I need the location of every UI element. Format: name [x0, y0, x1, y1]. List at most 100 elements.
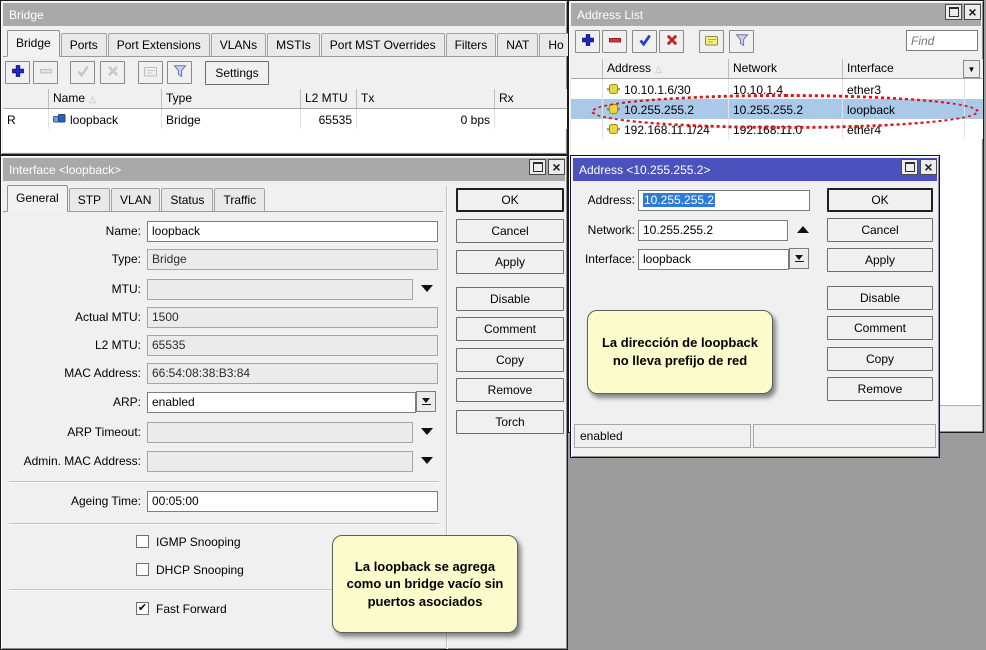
column-menu-button[interactable]: ▼ — [963, 60, 980, 78]
bridge-row-tx: 0 bps — [357, 109, 495, 129]
ok-button[interactable]: OK — [456, 188, 564, 212]
address-value: 10.10.1.6/30 — [624, 83, 691, 97]
comment-button[interactable]: Comment — [456, 317, 564, 341]
address-remove-button[interactable] — [602, 30, 627, 53]
apply-button[interactable]: Apply — [456, 250, 564, 274]
address-add-button[interactable] — [575, 30, 600, 53]
address-col-interface[interactable]: Interface — [843, 59, 965, 78]
tab-traffic[interactable]: Traffic — [214, 188, 265, 211]
address-comment-button[interactable] — [699, 30, 724, 53]
fast-forward-checkbox[interactable]: ✔ — [136, 602, 149, 615]
arp-timeout-expand-arrow-icon[interactable] — [421, 428, 433, 435]
tab-port-mst-overrides[interactable]: Port MST Overrides — [321, 33, 445, 56]
bridge-settings-button[interactable]: Settings — [205, 61, 269, 85]
x-icon — [106, 64, 120, 81]
interface-close-button[interactable]: × — [548, 159, 565, 175]
bridge-col-tx[interactable]: Tx — [357, 89, 495, 108]
address-col-network[interactable]: Network — [729, 59, 843, 78]
bridge-row-l2mtu: 65535 — [301, 109, 357, 129]
torch-button[interactable]: Torch — [456, 410, 564, 434]
sort-asc-icon: △ — [89, 94, 96, 104]
chevron-down-icon: ▼ — [968, 65, 976, 74]
ip-address-icon — [607, 83, 620, 98]
tab-nat[interactable]: NAT — [497, 33, 538, 56]
cancel-button[interactable]: Cancel — [456, 219, 564, 243]
dialog-remove-button[interactable]: Remove — [827, 377, 933, 401]
address-enable-button[interactable] — [632, 30, 657, 53]
actual-mtu-field: 1500 — [147, 307, 438, 328]
bridge-comment-button — [138, 61, 163, 84]
address-col-flags[interactable] — [571, 59, 603, 78]
dialog-apply-button[interactable]: Apply — [827, 248, 933, 272]
dialog-cancel-button[interactable]: Cancel — [827, 218, 933, 242]
interface-maximize-button[interactable] — [529, 159, 546, 175]
bridge-add-button[interactable] — [5, 61, 30, 84]
tab-filters[interactable]: Filters — [446, 33, 497, 56]
tab-vlan[interactable]: VLAN — [111, 188, 160, 211]
interface-titlebar[interactable]: Interface <loopback> — [3, 158, 565, 181]
ageing-time-label: Ageing Time: — [1, 494, 141, 508]
fast-forward-label: Fast Forward — [156, 602, 227, 616]
ageing-time-field[interactable]: 00:05:00 — [147, 491, 438, 512]
bridge-filter-button[interactable] — [167, 61, 192, 84]
dialog-disable-button[interactable]: Disable — [827, 286, 933, 310]
address-list-maximize-button[interactable] — [945, 4, 962, 20]
tab-general[interactable]: General — [7, 185, 68, 212]
network-input[interactable]: 10.255.255.2 — [638, 220, 788, 241]
address-disable-button[interactable] — [659, 30, 684, 53]
remove-button[interactable]: Remove — [456, 378, 564, 402]
bridge-col-l2mtu[interactable]: L2 MTU — [301, 89, 357, 108]
tab-vlans[interactable]: VLANs — [211, 33, 266, 56]
disable-button[interactable]: Disable — [456, 287, 564, 311]
tab-status[interactable]: Status — [161, 188, 213, 211]
maximize-icon — [533, 162, 543, 172]
mtu-expand-arrow-icon[interactable] — [421, 285, 433, 292]
arp-select[interactable]: enabled — [147, 392, 416, 413]
address-dialog-close-button[interactable]: × — [920, 159, 937, 175]
address-input[interactable]: 10.255.255.2 — [638, 190, 810, 211]
interface-dropdown-button[interactable] — [789, 248, 809, 269]
find-input[interactable] — [906, 30, 978, 51]
address-filter-button[interactable] — [729, 30, 754, 53]
name-field[interactable]: loopback — [147, 221, 438, 242]
dialog-ok-button[interactable]: OK — [827, 188, 933, 212]
address-list-close-button[interactable]: × — [964, 4, 981, 20]
tab-ports[interactable]: Ports — [61, 33, 107, 56]
tab-port-extensions[interactable]: Port Extensions — [108, 33, 210, 56]
tab-bridge[interactable]: Bridge — [7, 30, 60, 57]
tab-mstis[interactable]: MSTIs — [267, 33, 320, 56]
tab-stp[interactable]: STP — [69, 188, 110, 211]
minus-icon — [608, 33, 622, 50]
arp-dropdown-button[interactable] — [416, 391, 436, 412]
dialog-comment-button[interactable]: Comment — [827, 316, 933, 340]
bridge-titlebar[interactable]: Bridge — [3, 3, 565, 26]
admin-mac-expand-arrow-icon[interactable] — [421, 457, 433, 464]
network-collapse-arrow-icon[interactable] — [797, 226, 809, 233]
bridge-col-type[interactable]: Type — [162, 89, 301, 108]
address-table-header: Address△ Network Interface — [571, 59, 983, 79]
copy-button[interactable]: Copy — [456, 348, 564, 372]
l2-mtu-label: L2 MTU: — [1, 338, 141, 352]
address-dialog-maximize-button[interactable] — [901, 159, 918, 175]
address-label: Address: — [571, 193, 635, 207]
close-icon: × — [924, 161, 932, 173]
address-dialog: Address <10.255.255.2> × Address: 10.255… — [570, 155, 940, 458]
address-dialog-titlebar[interactable]: Address <10.255.255.2> — [573, 158, 937, 181]
network-label: Network: — [571, 223, 635, 237]
dhcp-snooping-checkbox[interactable] — [136, 563, 149, 576]
interface-tabstrip: General STP VLAN Status Traffic — [3, 183, 443, 212]
bridge-col-flags[interactable] — [3, 89, 49, 108]
highlight-ellipse-annotation — [591, 94, 979, 129]
bridge-note: La loopback se agrega como un bridge vac… — [332, 535, 518, 633]
igmp-snooping-checkbox[interactable] — [136, 535, 149, 548]
bridge-col-name[interactable]: Name△ — [49, 89, 162, 108]
address-col-address[interactable]: Address△ — [603, 59, 729, 78]
interface-select[interactable]: loopback — [638, 249, 789, 270]
dialog-copy-button[interactable]: Copy — [827, 347, 933, 371]
interface-label: Interface: — [571, 252, 635, 266]
bridge-col-rx[interactable]: Rx — [495, 89, 567, 108]
bridge-remove-button — [33, 61, 58, 84]
address-dialog-title: Address <10.255.255.2> — [573, 163, 710, 177]
bridge-table-row[interactable]: R loopback Bridge 65535 0 bps — [3, 109, 567, 129]
address-list-titlebar[interactable]: Address List — [571, 3, 981, 26]
